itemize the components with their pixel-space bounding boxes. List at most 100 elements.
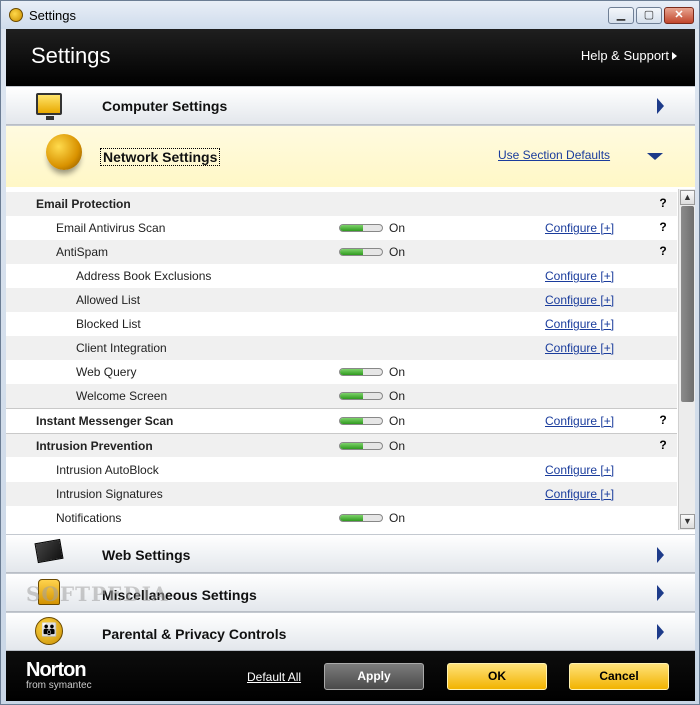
watermark: SOFTPEDIA bbox=[26, 582, 169, 606]
page-title: Settings bbox=[31, 43, 111, 68]
setting-row: Intrusion AutoBlock Configure [+] bbox=[6, 458, 677, 482]
help-icon[interactable]: ? bbox=[655, 244, 671, 260]
use-section-defaults-link[interactable]: Use Section Defaults bbox=[498, 148, 610, 162]
help-icon[interactable]: ? bbox=[655, 438, 671, 454]
setting-label: Web Query bbox=[76, 365, 137, 379]
family-icon bbox=[35, 617, 63, 645]
apply-button[interactable]: Apply bbox=[324, 663, 424, 690]
configure-link[interactable]: Configure [+] bbox=[545, 414, 614, 428]
parental-controls-label: Parental & Privacy Controls bbox=[102, 626, 287, 642]
toggle-state-label: On bbox=[389, 221, 406, 235]
setting-row: AntiSpam On? bbox=[6, 240, 677, 264]
expand-arrow-icon[interactable] bbox=[657, 585, 664, 601]
on-off-toggle[interactable] bbox=[339, 248, 383, 256]
setting-label: Intrusion Prevention bbox=[36, 439, 153, 453]
help-support-link[interactable]: Help & Support bbox=[581, 48, 669, 63]
expand-arrow-icon[interactable] bbox=[657, 547, 664, 563]
setting-label: Intrusion Signatures bbox=[56, 487, 163, 501]
footer-bar: Norton from symantec Default All Apply O… bbox=[6, 651, 695, 701]
settings-content: Settings Help & Support Computer Setting… bbox=[6, 29, 695, 701]
setting-label: AntiSpam bbox=[56, 245, 109, 259]
toggle-fill bbox=[340, 393, 364, 399]
network-settings-panel: Email Protection? Email Antivirus Scan On C… bbox=[6, 189, 695, 530]
setting-label: Intrusion AutoBlock bbox=[56, 463, 159, 477]
on-off-toggle[interactable] bbox=[339, 417, 383, 425]
setting-row: Allowed List Configure [+] bbox=[6, 288, 677, 312]
configure-link[interactable]: Configure [+] bbox=[545, 487, 614, 501]
monitor-icon bbox=[36, 93, 62, 120]
on-off-toggle[interactable] bbox=[339, 392, 383, 400]
web-icon bbox=[34, 538, 64, 564]
toggle-state-label: On bbox=[389, 414, 406, 428]
scroll-down-icon[interactable]: ▼ bbox=[680, 514, 695, 529]
help-arrow-icon bbox=[672, 52, 677, 60]
on-off-toggle[interactable] bbox=[339, 442, 383, 450]
setting-label: Address Book Exclusions bbox=[76, 269, 212, 283]
expand-arrow-icon[interactable] bbox=[657, 624, 664, 640]
setting-label: Instant Messenger Scan bbox=[36, 414, 174, 428]
window-title: Settings bbox=[29, 8, 76, 23]
expand-arrow-icon[interactable] bbox=[657, 98, 664, 114]
setting-label: Email Protection bbox=[36, 197, 131, 211]
norton-logo: Norton from symantec bbox=[26, 659, 92, 691]
scroll-thumb[interactable] bbox=[681, 206, 694, 402]
setting-label: Welcome Screen bbox=[76, 389, 168, 403]
configure-link[interactable]: Configure [+] bbox=[545, 293, 614, 307]
setting-label: Notifications bbox=[56, 511, 122, 525]
toggle-state-label: On bbox=[389, 365, 406, 379]
scroll-up-icon[interactable]: ▲ bbox=[680, 190, 695, 205]
configure-link[interactable]: Configure [+] bbox=[545, 463, 614, 477]
toggle-state-label: On bbox=[389, 389, 406, 403]
setting-row: Email Protection? bbox=[6, 192, 677, 216]
computer-settings-section[interactable]: Computer Settings bbox=[6, 86, 695, 125]
toggle-fill bbox=[340, 443, 364, 449]
ok-button[interactable]: OK bbox=[447, 663, 547, 690]
configure-link[interactable]: Configure [+] bbox=[545, 341, 614, 355]
toggle-state-label: On bbox=[389, 439, 406, 453]
setting-row: Notifications On bbox=[6, 506, 677, 530]
default-all-link[interactable]: Default All bbox=[247, 670, 301, 684]
toggle-fill bbox=[340, 369, 364, 375]
setting-row: Blocked List Configure [+] bbox=[6, 312, 677, 336]
cancel-button[interactable]: Cancel bbox=[569, 663, 669, 690]
settings-window: Settings ▁ ▢ ✕ Settings Help & Support C… bbox=[0, 0, 700, 705]
toggle-fill bbox=[340, 418, 364, 424]
brand-sub: from symantec bbox=[26, 680, 92, 691]
help-icon[interactable]: ? bbox=[655, 196, 671, 212]
toggle-state-label: On bbox=[389, 511, 406, 525]
norton-app-icon bbox=[9, 8, 23, 22]
minimize-button[interactable]: ▁ bbox=[608, 7, 634, 24]
brand-name: Norton bbox=[26, 659, 87, 681]
setting-label: Client Integration bbox=[76, 341, 167, 355]
parental-controls-section[interactable]: Parental & Privacy Controls bbox=[6, 612, 695, 651]
toggle-fill bbox=[340, 249, 364, 255]
setting-row: Intrusion Signatures Configure [+] bbox=[6, 482, 677, 506]
toggle-state-label: On bbox=[389, 245, 406, 259]
setting-row: Instant Messenger Scan On Configure [+]? bbox=[6, 408, 677, 432]
maximize-button[interactable]: ▢ bbox=[636, 7, 662, 24]
setting-row: Address Book Exclusions Configure [+] bbox=[6, 264, 677, 288]
setting-label: Allowed List bbox=[76, 293, 141, 307]
configure-link[interactable]: Configure [+] bbox=[545, 269, 614, 283]
setting-row: Welcome Screen On bbox=[6, 384, 677, 408]
web-settings-label: Web Settings bbox=[102, 547, 191, 563]
configure-link[interactable]: Configure [+] bbox=[545, 317, 614, 331]
toggle-fill bbox=[340, 515, 364, 521]
on-off-toggle[interactable] bbox=[339, 514, 383, 522]
setting-label: Email Antivirus Scan bbox=[56, 221, 166, 235]
close-button[interactable]: ✕ bbox=[664, 7, 694, 24]
on-off-toggle[interactable] bbox=[339, 224, 383, 232]
configure-link[interactable]: Configure [+] bbox=[545, 221, 614, 235]
network-settings-label[interactable]: Network Settings bbox=[100, 148, 221, 166]
computer-settings-label: Computer Settings bbox=[102, 98, 228, 114]
title-bar: Settings ▁ ▢ ✕ bbox=[1, 1, 699, 29]
on-off-toggle[interactable] bbox=[339, 368, 383, 376]
vertical-scrollbar[interactable]: ▲ ▼ bbox=[678, 189, 695, 530]
web-settings-section[interactable]: Web Settings bbox=[6, 534, 695, 573]
help-icon[interactable]: ? bbox=[655, 220, 671, 236]
setting-label: Blocked List bbox=[76, 317, 141, 331]
collapse-arrow-icon[interactable] bbox=[647, 153, 663, 160]
toggle-fill bbox=[340, 225, 364, 231]
settings-header: Settings Help & Support bbox=[6, 29, 695, 86]
help-icon[interactable]: ? bbox=[655, 413, 671, 429]
